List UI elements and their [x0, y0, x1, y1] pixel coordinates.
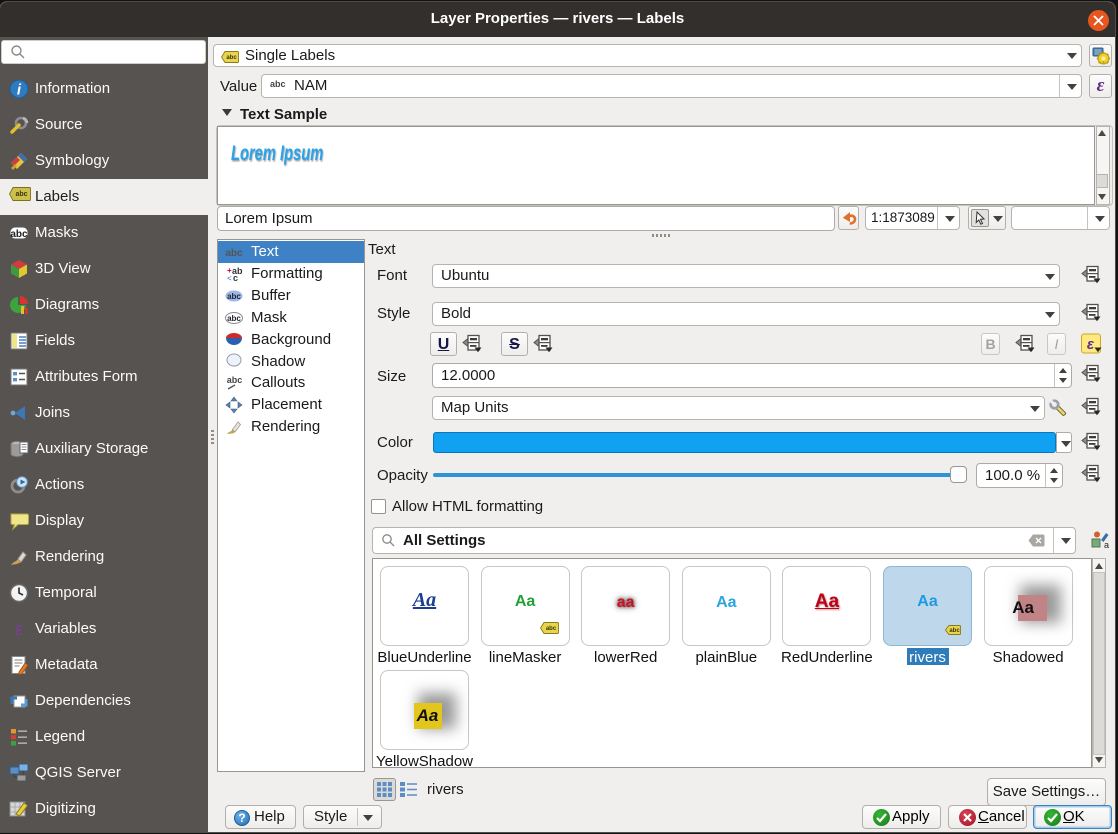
svg-text:abc: abc: [227, 314, 241, 323]
svg-text:abc: abc: [226, 55, 237, 61]
svg-text:abc: abc: [949, 628, 960, 634]
svg-text:c: c: [233, 273, 238, 283]
svg-text:ε: ε: [1087, 336, 1095, 353]
svg-text:ε: ε: [15, 620, 24, 640]
svg-text:abc: abc: [10, 229, 28, 240]
svg-text:abc: abc: [545, 626, 556, 632]
svg-text:abc: abc: [15, 191, 27, 198]
svg-text:abc: abc: [227, 292, 241, 301]
svg-text:abc: abc: [227, 375, 243, 385]
svg-text:<: <: [227, 274, 232, 283]
svg-text:abc: abc: [225, 248, 243, 259]
svg-text:a: a: [1104, 540, 1109, 549]
